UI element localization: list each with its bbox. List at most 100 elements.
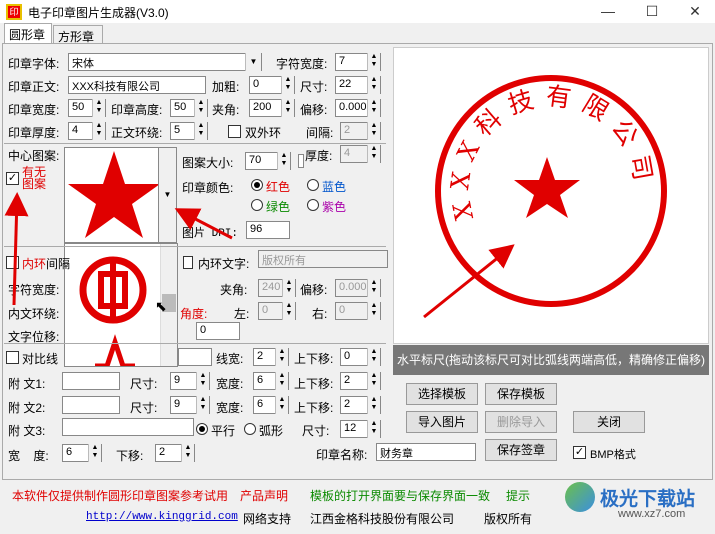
- updown-label: 上下移:: [294, 352, 334, 366]
- color-green-label: 绿色: [266, 200, 291, 214]
- spinner-icon[interactable]: ▲ ▼: [367, 372, 380, 390]
- char-width-label: 字符宽度:: [276, 57, 328, 71]
- dpi-label-a: 图: [182, 226, 195, 240]
- aux1-input[interactable]: [62, 372, 120, 390]
- pattern-dropdown-button[interactable]: ▼: [158, 147, 177, 243]
- footer-notice: 本软件仅提供制作圆形印章图案参考试用: [12, 489, 229, 503]
- color-purple-label: 紫色: [322, 200, 347, 214]
- parallel-radio[interactable]: [196, 423, 208, 435]
- pattern-preview[interactable]: [64, 147, 164, 243]
- color-blue-radio[interactable]: [307, 179, 319, 191]
- color-blue-label: 蓝色: [322, 180, 347, 194]
- inner-text-input[interactable]: 版权所有: [258, 250, 388, 268]
- horizontal-ruler[interactable]: 水平标尺(拖动该标尺可对比弧线两端高低，精确修正偏移): [393, 345, 709, 375]
- inner-ring-small-box: [183, 256, 193, 269]
- spinner-icon[interactable]: ▲ ▼: [367, 145, 380, 163]
- aux3-input[interactable]: [62, 418, 194, 436]
- offset-label: 偏移:: [300, 103, 328, 117]
- spinner-icon[interactable]: ▲ ▼: [367, 99, 380, 117]
- spinner-icon[interactable]: ▲ ▼: [367, 76, 380, 94]
- minimize-button[interactable]: —: [588, 0, 628, 23]
- inner-text-label: 内环文字:: [198, 257, 250, 271]
- spinner-icon[interactable]: ▲ ▼: [275, 372, 288, 390]
- spinner-icon[interactable]: ▲ ▼: [281, 99, 294, 117]
- spinner-icon[interactable]: ▲ ▼: [282, 302, 295, 320]
- spinner-icon[interactable]: ▲ ▼: [92, 99, 105, 117]
- spinner-icon[interactable]: ▲ ▼: [92, 122, 105, 140]
- spinner-icon[interactable]: ▲ ▼: [181, 444, 194, 462]
- bank-logo-icon: [79, 256, 147, 369]
- line-width-label: 线宽:: [216, 352, 244, 366]
- arc-radio[interactable]: [244, 423, 256, 435]
- inner-angle-label: 夹角:: [220, 283, 248, 297]
- inner-char-width-label: 字符宽度:: [8, 283, 60, 297]
- font-select[interactable]: 宋体: [68, 53, 262, 71]
- spinner-icon[interactable]: ▲ ▼: [367, 420, 380, 438]
- color-purple-radio[interactable]: [307, 199, 319, 211]
- aux3-label: 附 文3:: [8, 424, 46, 438]
- spinner-icon[interactable]: ▲ ▼: [275, 348, 288, 366]
- select-template-button[interactable]: 选择模板: [406, 383, 478, 405]
- spinner-icon[interactable]: ▲ ▼: [277, 152, 290, 170]
- close-window-button[interactable]: ✕: [675, 0, 715, 23]
- width-label: 印章宽度:: [8, 103, 60, 117]
- maximize-button[interactable]: ☐: [632, 0, 672, 23]
- spinner-icon[interactable]: ▲ ▼: [367, 302, 380, 320]
- inner-ring-label: 内环: [22, 257, 47, 271]
- spinner-icon[interactable]: ▲ ▼: [194, 122, 207, 140]
- save-seal-button[interactable]: 保存签章: [485, 439, 557, 461]
- aux1-move-label: 上下移:: [294, 377, 334, 391]
- color-green-radio[interactable]: [251, 199, 263, 211]
- spinner-icon[interactable]: ▲ ▼: [367, 348, 380, 366]
- aux2-width-label: 宽度:: [216, 401, 244, 415]
- save-template-button[interactable]: 保存模板: [485, 383, 557, 405]
- aux1-label: 附 文1:: [8, 377, 46, 391]
- double-ring-label: 双外环: [245, 126, 282, 140]
- footer-rights: 版权所有: [484, 512, 533, 526]
- arc-label: 弧形: [259, 424, 284, 438]
- dpi-input[interactable]: 96: [246, 221, 290, 239]
- aux2-input[interactable]: [62, 396, 120, 414]
- footer-template-tip: 模板的打开界面要与保存界面一致: [310, 489, 491, 503]
- double-ring-checkbox[interactable]: [228, 125, 241, 138]
- text-pos-input[interactable]: 0: [196, 322, 240, 340]
- footer-url-link[interactable]: http://www.kinggrid.com: [86, 511, 238, 523]
- delete-import-button[interactable]: 删除导入: [485, 411, 557, 433]
- spinner-icon[interactable]: ▲ ▼: [196, 372, 209, 390]
- mouse-cursor-icon: ⬉: [155, 298, 167, 314]
- tab-circle-seal[interactable]: 圆形章: [4, 23, 52, 44]
- aux2-move-label: 上下移:: [294, 401, 334, 415]
- color-red-label: 红色: [266, 180, 291, 194]
- inner-ring-checkbox[interactable]: [6, 256, 19, 269]
- spinner-icon[interactable]: ▲ ▼: [282, 279, 295, 297]
- font-label: 印章字体:: [8, 57, 60, 71]
- spinner-icon[interactable]: ▲ ▼: [367, 279, 380, 297]
- close-button[interactable]: 关闭: [573, 411, 645, 433]
- chevron-down-icon[interactable]: ▼: [245, 53, 261, 71]
- tab-square-seal[interactable]: 方形章: [53, 25, 103, 44]
- compare-input[interactable]: [178, 348, 212, 366]
- spinner-icon[interactable]: ▲ ▼: [88, 444, 101, 462]
- star-icon: [68, 151, 160, 238]
- compare-line-checkbox[interactable]: [6, 351, 19, 364]
- watermark-logo-icon: [565, 482, 595, 512]
- spinner-icon[interactable]: ▲ ▼: [281, 76, 294, 94]
- spinner-icon[interactable]: ▲ ▼: [367, 53, 380, 71]
- spinner-icon[interactable]: ▲ ▼: [196, 396, 209, 414]
- bmp-checkbox[interactable]: ✓: [573, 446, 586, 459]
- spinner-icon[interactable]: ▲ ▼: [367, 396, 380, 414]
- inner-right-label: 右:: [312, 307, 328, 321]
- seal-name-input[interactable]: 财务章: [376, 443, 476, 461]
- body-text-input[interactable]: XXX科技有限公司: [68, 76, 206, 94]
- spinner-icon[interactable]: ▲ ▼: [367, 122, 380, 140]
- window-title: 电子印章图片生成器(V3.0): [28, 6, 169, 20]
- color-red-radio[interactable]: [251, 179, 263, 191]
- import-image-button[interactable]: 导入图片: [406, 411, 478, 433]
- dpi-label: 片 DPI:: [194, 228, 239, 240]
- spinner-icon[interactable]: ▲ ▼: [275, 396, 288, 414]
- aux2-size-label: 尺寸:: [130, 401, 158, 415]
- spinner-icon[interactable]: ▲ ▼: [194, 99, 207, 117]
- footer-product[interactable]: 产品声明: [240, 487, 288, 504]
- has-pattern-checkbox[interactable]: ✓: [6, 172, 19, 185]
- aux1-width-label: 宽度:: [216, 377, 244, 391]
